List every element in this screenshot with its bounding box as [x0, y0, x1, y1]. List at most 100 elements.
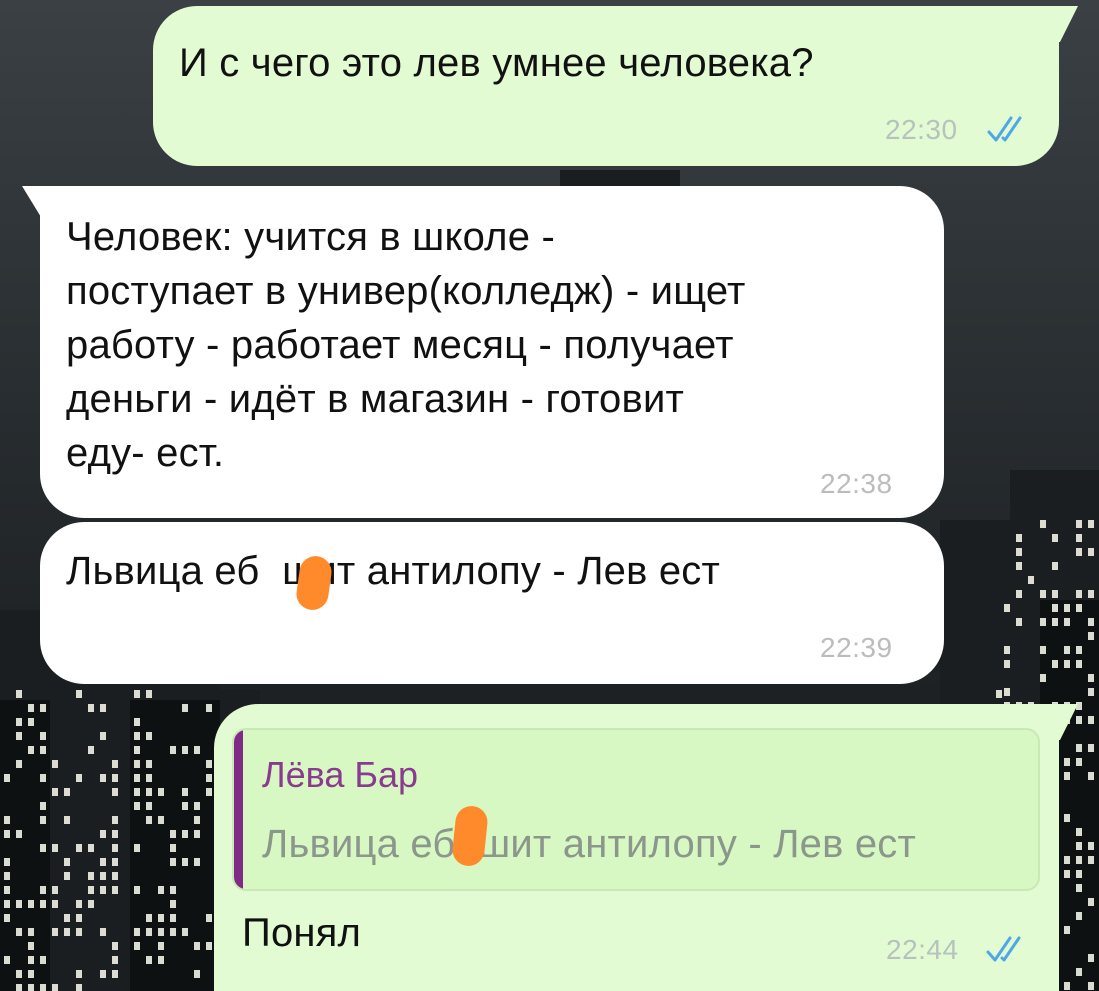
- city-window: [1088, 716, 1094, 724]
- city-window: [100, 872, 106, 880]
- city-window: [1064, 870, 1070, 878]
- city-window: [1076, 758, 1082, 766]
- city-window: [16, 732, 22, 740]
- city-window: [1052, 590, 1058, 598]
- city-window: [40, 984, 46, 991]
- city-window: [146, 774, 152, 782]
- city-window: [134, 774, 140, 782]
- city-window: [158, 886, 164, 894]
- city-window: [1064, 604, 1070, 612]
- city-window: [16, 900, 22, 908]
- city-window: [28, 942, 34, 950]
- city-window: [1004, 660, 1010, 668]
- city-window: [28, 900, 34, 908]
- city-window: [206, 942, 212, 950]
- city-window: [112, 956, 118, 964]
- city-window: [146, 816, 152, 824]
- city-window: [88, 900, 94, 908]
- city-window: [100, 774, 106, 782]
- reply-text: Львица еб шит антилопу - Лев ест: [262, 822, 917, 866]
- city-window: [1076, 884, 1082, 892]
- city-window: [4, 816, 10, 824]
- city-window: [146, 956, 152, 964]
- city-window: [76, 914, 82, 922]
- city-window: [1040, 590, 1046, 598]
- city-window: [1088, 954, 1094, 962]
- message-bubble-incoming[interactable]: Человек: учится в школе - поступает в ун…: [40, 186, 944, 518]
- city-window: [64, 872, 70, 880]
- city-window: [28, 746, 34, 754]
- city-window: [112, 886, 118, 894]
- city-window: [112, 788, 118, 796]
- city-window: [88, 844, 94, 852]
- message-bubble-outgoing[interactable]: Лёва Бар Львица еб шит антилопу - Лев ес…: [214, 704, 1059, 991]
- city-window: [170, 858, 176, 866]
- city-window: [194, 802, 200, 810]
- message-text: И с чего это лев умнее человека?: [179, 41, 814, 85]
- city-window: [4, 914, 10, 922]
- city-window: [1088, 842, 1094, 850]
- city-window: [182, 746, 188, 754]
- city-window: [1088, 744, 1094, 752]
- city-window: [112, 942, 118, 950]
- city-window: [52, 844, 58, 852]
- city-window: [1040, 520, 1046, 528]
- city-window: [1016, 548, 1022, 556]
- city-window: [1016, 618, 1022, 626]
- city-window: [1064, 772, 1070, 780]
- reply-author: Лёва Бар: [262, 754, 419, 795]
- city-window: [194, 746, 200, 754]
- reply-preview[interactable]: Лёва Бар Львица еб шит антилопу - Лев ес…: [232, 728, 1040, 891]
- city-window: [1064, 856, 1070, 864]
- city-window: [112, 844, 118, 852]
- city-window: [1016, 534, 1022, 542]
- city-window: [100, 858, 106, 866]
- city-window: [1088, 520, 1094, 528]
- city-window: [64, 816, 70, 824]
- message-bubble-incoming[interactable]: Львица еб шит антилопу - Лев ест 22:39: [40, 522, 944, 684]
- message-bubble-outgoing[interactable]: И с чего это лев умнее человека? 22:30: [153, 6, 1059, 166]
- message-line: работу - работает месяц - получает: [66, 323, 734, 367]
- city-window: [88, 704, 94, 712]
- city-window: [28, 984, 34, 991]
- city-window: [112, 774, 118, 782]
- city-window: [1076, 534, 1082, 542]
- city-window: [16, 970, 22, 978]
- city-window: [1076, 744, 1082, 752]
- city-window: [112, 858, 118, 866]
- city-window: [40, 774, 46, 782]
- city-window: [52, 900, 58, 908]
- city-window: [40, 956, 46, 964]
- city-window: [206, 914, 212, 922]
- city-window: [4, 774, 10, 782]
- city-window: [1028, 576, 1034, 584]
- city-window: [170, 914, 176, 922]
- city-window: [1064, 646, 1070, 654]
- city-window: [100, 970, 106, 978]
- city-window: [52, 928, 58, 936]
- city-window: [4, 858, 10, 866]
- message-time: 22:44: [886, 934, 959, 965]
- city-window: [194, 816, 200, 824]
- city-window: [1088, 856, 1094, 864]
- city-window: [182, 788, 188, 796]
- city-window: [100, 704, 106, 712]
- city-window: [1064, 758, 1070, 766]
- city-window: [1088, 982, 1094, 990]
- city-window: [1076, 912, 1082, 920]
- city-window: [112, 760, 118, 768]
- city-window: [1040, 618, 1046, 626]
- city-window: [88, 886, 94, 894]
- city-window: [76, 690, 82, 698]
- city-window: [88, 872, 94, 880]
- city-window: [40, 900, 46, 908]
- city-window: [4, 830, 10, 838]
- city-window: [16, 718, 22, 726]
- city-window: [1076, 828, 1082, 836]
- city-window: [76, 844, 82, 852]
- city-window: [76, 970, 82, 978]
- message-text: Понял: [242, 911, 362, 955]
- city-window: [1040, 646, 1046, 654]
- city-window: [134, 718, 140, 726]
- city-window: [1076, 660, 1082, 668]
